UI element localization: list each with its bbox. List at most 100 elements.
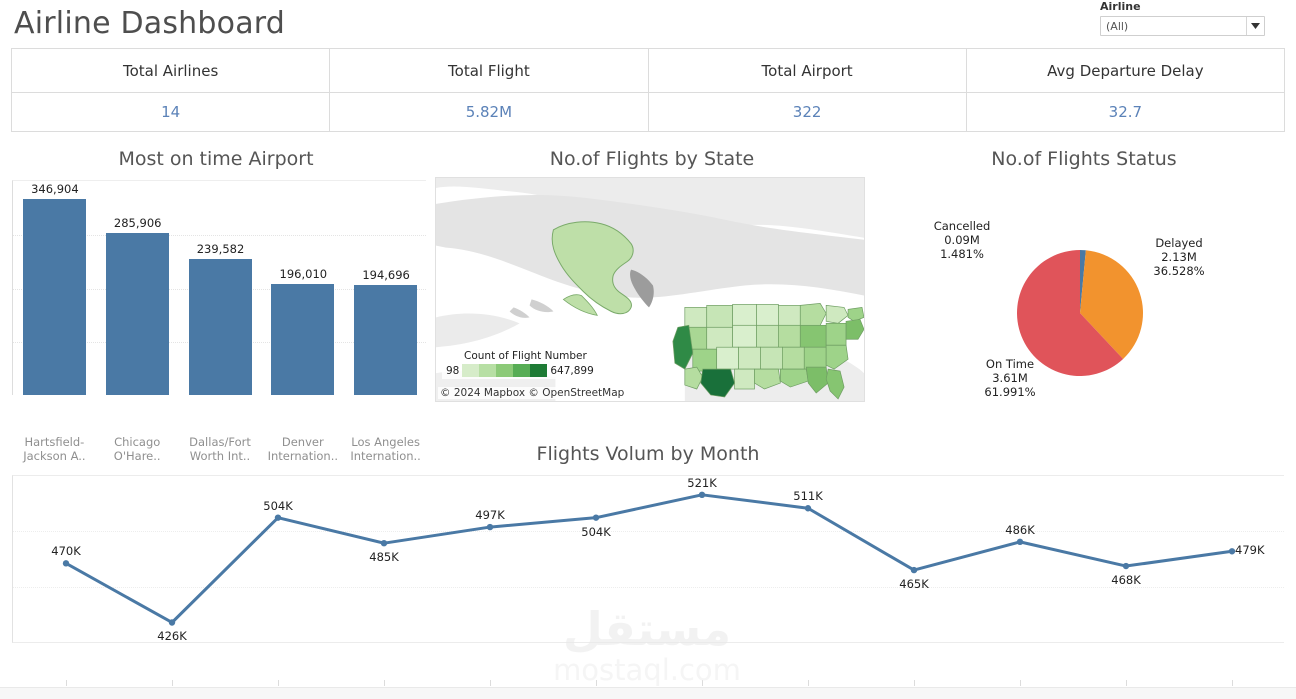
map-title: No.of Flights by State — [432, 145, 872, 173]
pie-slice-value: 3.61M — [960, 371, 1060, 385]
bar-value-label: 239,582 — [176, 242, 266, 256]
bar-value-label: 196,010 — [258, 267, 348, 281]
axis-tick — [172, 680, 173, 686]
kpi-header-row: Total Airlines Total Flight Total Airpor… — [12, 49, 1284, 93]
pie-slice-name: Cancelled — [902, 219, 1022, 233]
line-chart-plot[interactable]: 470K 426K 504K 485K 497K 504K 521K 511K 465K 486K… — [12, 475, 1284, 643]
pie-slice-annotation: Delayed2.13M36.528% — [1124, 236, 1234, 278]
pie-chart-title: No.of Flights Status — [872, 145, 1296, 173]
line-value-label: 504K — [248, 499, 308, 513]
bar-chart-title: Most on time Airport — [0, 145, 432, 173]
kpi-value-total-flight: 5.82M — [330, 93, 648, 131]
axis-tick — [1232, 680, 1233, 686]
axis-tick — [808, 680, 809, 686]
kpi-header-total-airport: Total Airport — [649, 49, 967, 93]
flights-volume-panel: Flights Volum by Month 470K426K504K485K4… — [0, 440, 1296, 690]
flights-by-state-panel: No.of Flights by State — [432, 145, 872, 430]
bar[interactable] — [189, 259, 252, 395]
bar-value-label: 285,906 — [93, 216, 183, 230]
line-data-point[interactable] — [699, 492, 705, 498]
bar-group[interactable]: 239,582 — [189, 259, 252, 395]
axis-tick — [66, 680, 67, 686]
pie-slice-name: On Time — [960, 357, 1060, 371]
pie-slice-name: Delayed — [1124, 236, 1234, 250]
line-value-label: 468K — [1096, 573, 1156, 587]
line-data-point[interactable] — [169, 619, 175, 625]
airline-filter-dropdown[interactable]: (All) — [1100, 16, 1265, 36]
map-legend-title: Count of Flight Number — [446, 350, 628, 362]
bar-group[interactable]: 346,904 — [23, 199, 86, 395]
flights-status-panel: No.of Flights Status Cancelled0.09M1.481… — [872, 145, 1296, 430]
pie-slice-annotation: Cancelled0.09M1.481% — [902, 219, 1022, 261]
line-series — [13, 476, 1285, 644]
axis-tick — [278, 680, 279, 686]
line-data-point[interactable] — [911, 567, 917, 573]
airline-filter-label: Airline — [1100, 0, 1265, 14]
kpi-table: Total Airlines Total Flight Total Airpor… — [11, 48, 1285, 132]
bar[interactable] — [23, 199, 86, 395]
bar[interactable] — [354, 285, 417, 395]
bar-value-label: 346,904 — [10, 182, 100, 196]
bar-group[interactable]: 194,696 — [354, 285, 417, 395]
line-value-label: 470K — [36, 544, 96, 558]
pie-slice-percent: 61.991% — [960, 385, 1060, 399]
line-value-label: 479K — [1235, 543, 1295, 557]
pie-chart[interactable] — [872, 173, 1296, 423]
axis-tick — [1126, 680, 1127, 686]
bar-chart-plot[interactable]: 346,904Hartsfield-Jackson A..285,906Chic… — [12, 180, 426, 395]
bar[interactable] — [271, 284, 334, 395]
bar-group[interactable]: 285,906 — [106, 233, 169, 395]
page-title: Airline Dashboard — [14, 2, 285, 46]
map-legend-min: 98 — [446, 365, 459, 377]
kpi-header-total-airlines: Total Airlines — [12, 49, 330, 93]
pie-slice-annotation: On Time3.61M61.991% — [960, 357, 1060, 399]
map-legend-max: 647,899 — [550, 365, 593, 377]
axis-tick — [702, 680, 703, 686]
line-value-label: 485K — [354, 550, 414, 564]
line-data-point[interactable] — [1017, 539, 1023, 545]
kpi-header-total-flight: Total Flight — [330, 49, 648, 93]
axis-tick — [596, 680, 597, 686]
airline-filter-value: (All) — [1101, 20, 1246, 33]
line-data-point[interactable] — [805, 505, 811, 511]
line-data-point[interactable] — [381, 540, 387, 546]
dashboard-root: Airline Dashboard Airline (All) Total Ai… — [0, 0, 1296, 699]
line-data-point[interactable] — [1123, 563, 1129, 569]
kpi-value-total-airlines: 14 — [12, 93, 330, 131]
line-value-label: 426K — [142, 629, 202, 643]
line-value-label: 521K — [672, 476, 732, 490]
chevron-down-icon[interactable] — [1246, 17, 1264, 35]
bottom-strip — [0, 687, 1296, 699]
kpi-header-avg-departure-delay: Avg Departure Delay — [967, 49, 1284, 93]
line-value-label: 504K — [566, 525, 626, 539]
line-value-label: 465K — [884, 577, 944, 591]
axis-tick — [384, 680, 385, 686]
axis-tick — [1020, 680, 1021, 686]
map-canvas[interactable]: Count of Flight Number 98 647,899 © 2024… — [435, 177, 865, 402]
pie-slice-percent: 1.481% — [902, 247, 1022, 261]
line-chart-title: Flights Volum by Month — [0, 440, 1296, 468]
line-value-label: 511K — [778, 489, 838, 503]
kpi-value-row: 14 5.82M 322 32.7 — [12, 93, 1284, 131]
map-attribution: © 2024 Mapbox © OpenStreetMap — [438, 387, 626, 399]
bar-value-label: 194,696 — [341, 268, 431, 282]
kpi-value-avg-departure-delay: 32.7 — [967, 93, 1284, 131]
pie-slice-value: 0.09M — [902, 233, 1022, 247]
line-value-label: 486K — [990, 523, 1050, 537]
line-value-label: 497K — [460, 508, 520, 522]
pie-slice-value: 2.13M — [1124, 250, 1234, 264]
map-legend: Count of Flight Number 98 647,899 — [442, 348, 632, 379]
airline-filter: Airline (All) — [1100, 0, 1265, 36]
most-on-time-airport-panel: Most on time Airport 346,904Hartsfield-J… — [0, 145, 432, 430]
line-data-point[interactable] — [593, 514, 599, 520]
line-data-point[interactable] — [63, 560, 69, 566]
pie-slice-percent: 36.528% — [1124, 264, 1234, 278]
bar-group[interactable]: 196,010 — [271, 284, 334, 395]
bar[interactable] — [106, 233, 169, 395]
axis-tick — [914, 680, 915, 686]
kpi-value-total-airport: 322 — [649, 93, 967, 131]
map-legend-swatches — [462, 364, 547, 377]
axis-tick — [490, 680, 491, 686]
line-data-point[interactable] — [487, 524, 493, 530]
line-data-point[interactable] — [275, 514, 281, 520]
